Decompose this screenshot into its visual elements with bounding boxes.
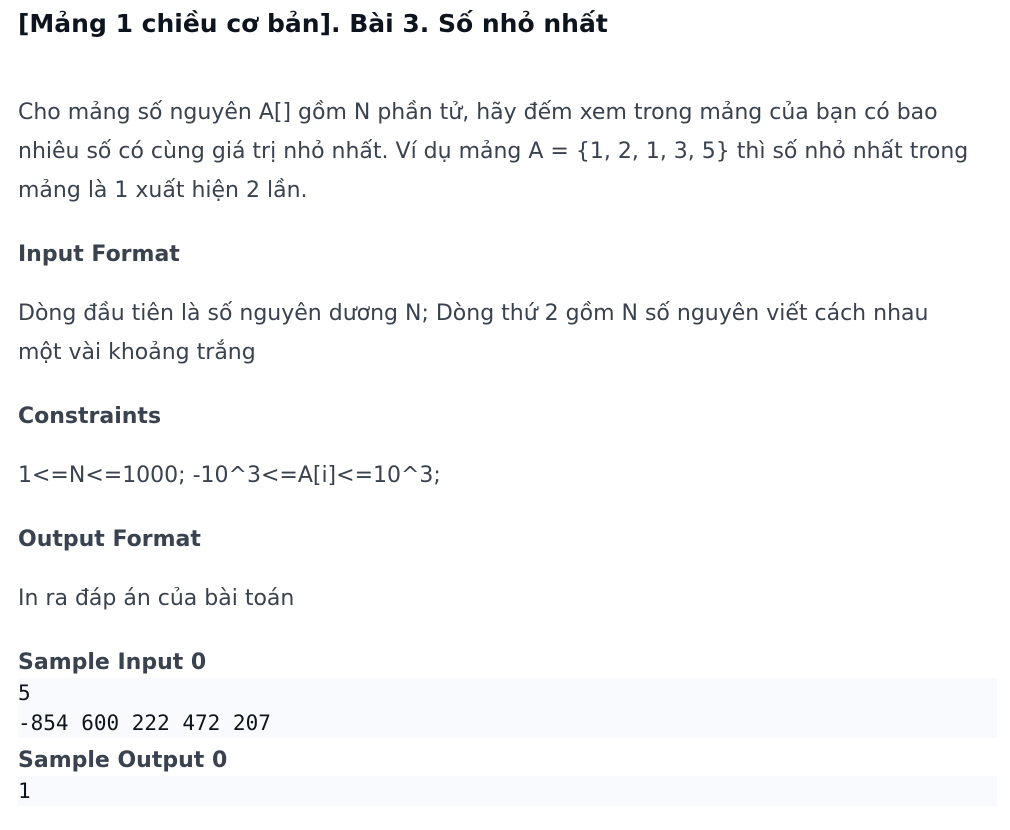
constraints-heading: Constraints: [18, 404, 162, 429]
page-title: [Mảng 1 chiều cơ bản]. Bài 3. Số nhỏ nhấ…: [18, 9, 608, 38]
sample-input-line: 5: [18, 681, 31, 705]
sample-output-line: 1: [18, 779, 31, 803]
sample-input-code: 5 -854 600 222 472 207: [18, 678, 997, 738]
constraints-text: 1<=N<=1000; -10^3<=A[i]<=10^3;: [18, 463, 441, 488]
input-format-text: Dòng đầu tiên là số nguyên dương N; Dòng…: [18, 301, 929, 365]
output-format-heading: Output Format: [18, 527, 201, 552]
output-format-text: In ra đáp án của bài toán: [18, 586, 295, 611]
input-format-heading: Input Format: [18, 242, 180, 267]
sample-output-code: 1: [18, 776, 997, 806]
sample-output-heading: Sample Output 0: [18, 748, 228, 773]
sample-input-heading: Sample Input 0: [18, 650, 207, 675]
sample-input-line: -854 600 222 472 207: [18, 711, 271, 735]
problem-description: Cho mảng số nguyên A[] gồm N phần tử, hã…: [18, 100, 969, 203]
